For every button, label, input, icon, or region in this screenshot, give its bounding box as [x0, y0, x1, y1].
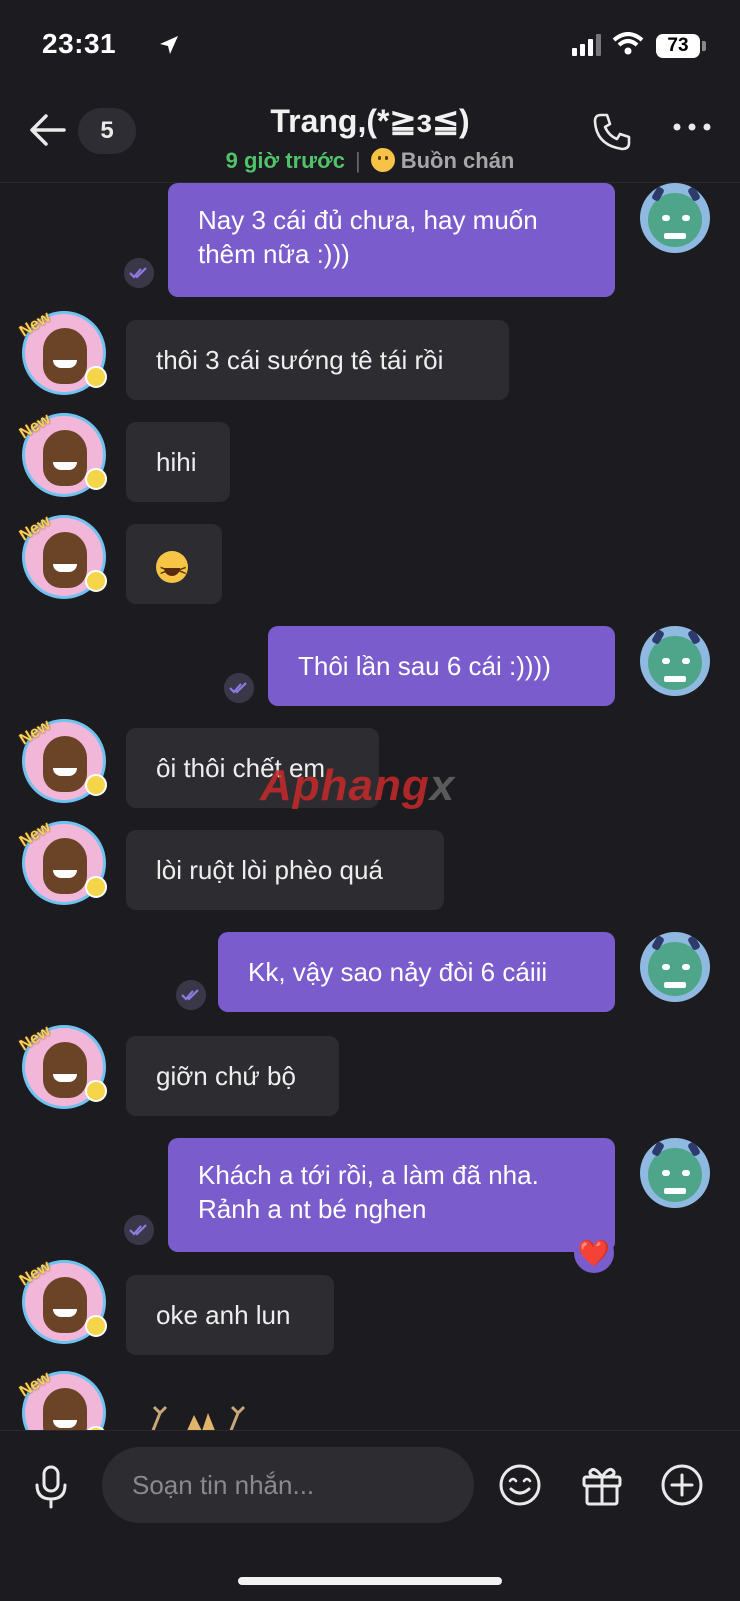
contact-avatar[interactable]: New — [17, 1023, 107, 1109]
cellular-signal-icon — [572, 34, 601, 56]
gift-icon[interactable] — [580, 1463, 624, 1507]
watermark-tail: x — [429, 761, 456, 810]
more-icon[interactable] — [672, 122, 712, 132]
contact-avatar[interactable]: New — [17, 309, 107, 395]
message-list[interactable]: Nay 3 cái đủ chưa, hay muốn thêm nữa :))… — [0, 183, 740, 1430]
outgoing-message[interactable]: Thôi lần sau 6 cái :)))) — [268, 626, 615, 706]
incoming-emoji-message[interactable] — [126, 524, 222, 604]
message-line: thêm nữa :))) — [198, 239, 350, 269]
incoming-message[interactable]: hihi — [126, 422, 230, 502]
double-check-icon — [224, 673, 254, 703]
contact-avatar[interactable]: New — [17, 1258, 107, 1344]
plus-icon[interactable] — [660, 1463, 704, 1507]
contact-avatar[interactable]: New — [17, 1369, 107, 1430]
mood-text: Buồn chán — [400, 148, 515, 173]
message-input[interactable] — [102, 1447, 474, 1523]
status-bar: 23:31 73 — [0, 0, 740, 90]
incoming-message[interactable]: lòi ruột lòi phèo quá — [126, 830, 444, 910]
status-time: 23:31 — [42, 28, 117, 59]
location-arrow-icon — [160, 36, 178, 54]
contact-avatar[interactable]: New — [17, 819, 107, 905]
composer-bar — [0, 1430, 740, 1601]
chat-header: 5 Trang,(*≧з≦) 9 giờ trước | Buồn chán — [0, 90, 740, 183]
emoji-icon[interactable] — [498, 1463, 542, 1507]
double-check-icon — [124, 1215, 154, 1245]
message-line: Rảnh a nt bé nghen — [198, 1194, 427, 1224]
watermark: Aphangx — [260, 761, 455, 811]
message-line: Nay 3 cái đủ chưa, hay muốn — [198, 205, 538, 235]
incoming-message[interactable]: oke anh lun — [126, 1275, 334, 1355]
incoming-message[interactable]: thôi 3 cái sướng tê tái rồi — [126, 320, 509, 400]
heart-reaction-icon[interactable]: ❤️ — [574, 1233, 614, 1273]
status-divider: | — [354, 148, 361, 173]
watermark-main: Aphang — [260, 761, 430, 810]
my-avatar[interactable] — [640, 932, 710, 1002]
outgoing-message[interactable]: Khách a tới rồi, a làm đã nha. Rảnh a nt… — [168, 1138, 615, 1252]
laughing-emoji-icon — [156, 551, 189, 587]
double-check-icon — [124, 258, 154, 288]
battery-cap — [702, 41, 706, 51]
outgoing-message[interactable]: Kk, vậy sao nảy đòi 6 cáiii — [218, 932, 615, 1012]
wifi-icon — [612, 32, 644, 55]
my-avatar[interactable] — [640, 1138, 710, 1208]
outgoing-message[interactable]: Nay 3 cái đủ chưa, hay muốn thêm nữa :))… — [168, 183, 615, 297]
last-seen-text: 9 giờ trước — [225, 148, 345, 173]
my-avatar[interactable] — [640, 626, 710, 696]
message-line: Khách a tới rồi, a làm đã nha. — [198, 1160, 539, 1190]
my-avatar[interactable] — [640, 183, 710, 253]
mic-icon[interactable] — [34, 1465, 68, 1509]
incoming-message[interactable]: giỡn chứ bộ — [126, 1036, 339, 1116]
double-check-icon — [176, 980, 206, 1010]
sticker-preview[interactable] — [146, 1405, 256, 1430]
mood-emoji-icon — [370, 148, 395, 172]
home-indicator — [238, 1577, 502, 1585]
contact-avatar[interactable]: New — [17, 717, 107, 803]
phone-icon[interactable] — [592, 112, 632, 152]
contact-avatar[interactable]: New — [17, 513, 107, 599]
contact-avatar[interactable]: New — [17, 411, 107, 497]
battery-indicator: 73 — [656, 34, 700, 58]
